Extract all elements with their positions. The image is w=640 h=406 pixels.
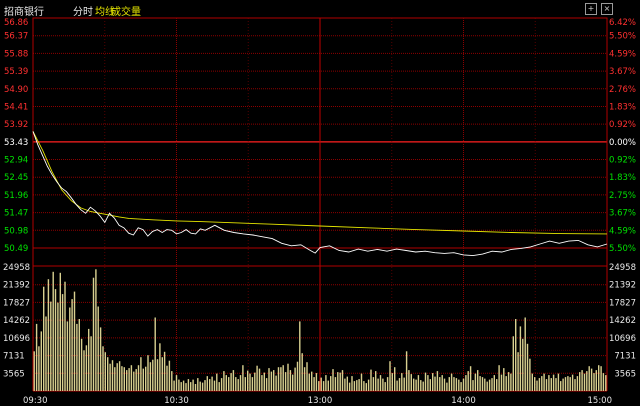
percent-tick-label: 5.50% [609, 244, 636, 254]
volume-tick-label: 21392 [609, 281, 636, 291]
volume-tick-label: 17827 [3, 298, 30, 308]
volume-tick-label: 24958 [3, 263, 30, 273]
percent-tick-label: 5.50% [609, 32, 636, 42]
price-tick-label: 50.49 [4, 244, 28, 254]
percent-tick-label: 0.00% [609, 138, 636, 148]
percent-tick-label: 4.59% [609, 226, 636, 236]
percent-tick-label: 2.76% [609, 85, 636, 95]
percent-tick-label: 0.92% [609, 156, 636, 166]
price-axis-left: 56.86 56.37 55.88 55.39 54.90 54.41 53.92 53.43… [4, 18, 28, 254]
time-tick-label: 15:00 [588, 396, 613, 406]
volume-legend[interactable]: 成交量 [111, 3, 141, 18]
volume-axis-right: 24958 21392 17827 14262 10696 7131 3565 [609, 263, 636, 379]
close-icon[interactable]: × [601, 3, 613, 15]
price-tick-label: 53.92 [4, 120, 28, 130]
price-tick-label: 56.37 [4, 32, 28, 42]
price-tick-label: 56.86 [4, 18, 28, 28]
price-tick-label: 54.90 [4, 85, 28, 95]
volume-tick-label: 24958 [609, 263, 636, 273]
volume-tick-label: 14262 [609, 316, 636, 326]
plus-icon[interactable]: + [585, 3, 597, 15]
stock-name: 招商银行 [4, 7, 44, 18]
price-tick-label: 54.41 [4, 102, 28, 112]
time-tick-label: 13:00 [308, 396, 333, 406]
time-tick-label: 09:30 [23, 396, 48, 406]
volume-axis-left: 24958 21392 17827 14262 10696 7131 3565 [3, 263, 30, 379]
percent-tick-label: 4.59% [609, 49, 636, 59]
percent-tick-label: 0.92% [609, 120, 636, 130]
volume-tick-label: 7131 [3, 352, 25, 362]
time-tick-label: 10:30 [164, 396, 189, 406]
percent-tick-label: 2.75% [609, 191, 636, 201]
volume-tick-label: 3565 [614, 369, 636, 379]
volume-tick-label: 14262 [3, 316, 30, 326]
volume-tick-label: 10696 [609, 334, 636, 344]
volume-tick-label: 10696 [3, 334, 30, 344]
volume-tick-label: 21392 [3, 281, 30, 291]
price-tick-label: 51.96 [4, 191, 28, 201]
price-tick-label: 52.94 [4, 156, 28, 166]
price-tick-label: 55.88 [4, 49, 28, 59]
price-tick-label: 53.43 [4, 138, 28, 148]
percent-tick-label: 3.67% [609, 67, 636, 77]
percent-tick-label: 1.83% [609, 173, 636, 183]
percent-tick-label: 6.42% [609, 18, 636, 28]
price-tick-label: 51.47 [4, 209, 28, 219]
volume-tick-label: 7131 [614, 352, 636, 362]
time-tick-label: 14:00 [451, 396, 476, 406]
volume-tick-label: 17827 [609, 298, 636, 308]
price-tick-label: 52.45 [4, 173, 28, 183]
time-axis: 09:30 10:30 13:00 14:00 15:00 [23, 396, 612, 406]
percent-axis-right: 6.42% 5.50% 4.59% 3.67% 2.76% 1.83% 0.92% 0.00%… [609, 18, 636, 254]
intraday-chart: 56.86 56.37 55.88 55.39 54.90 54.41 53.92 53.43… [3, 17, 636, 406]
volume-tick-label: 3565 [3, 369, 25, 379]
price-tick-label: 50.98 [4, 226, 28, 236]
chart-header: 招商银行 分时 均线 成交量 + × [0, 0, 640, 18]
percent-tick-label: 1.83% [609, 102, 636, 112]
percent-tick-label: 3.67% [609, 209, 636, 219]
price-tick-label: 55.39 [4, 67, 28, 77]
view-mode-tab[interactable]: 分时 [73, 3, 93, 18]
